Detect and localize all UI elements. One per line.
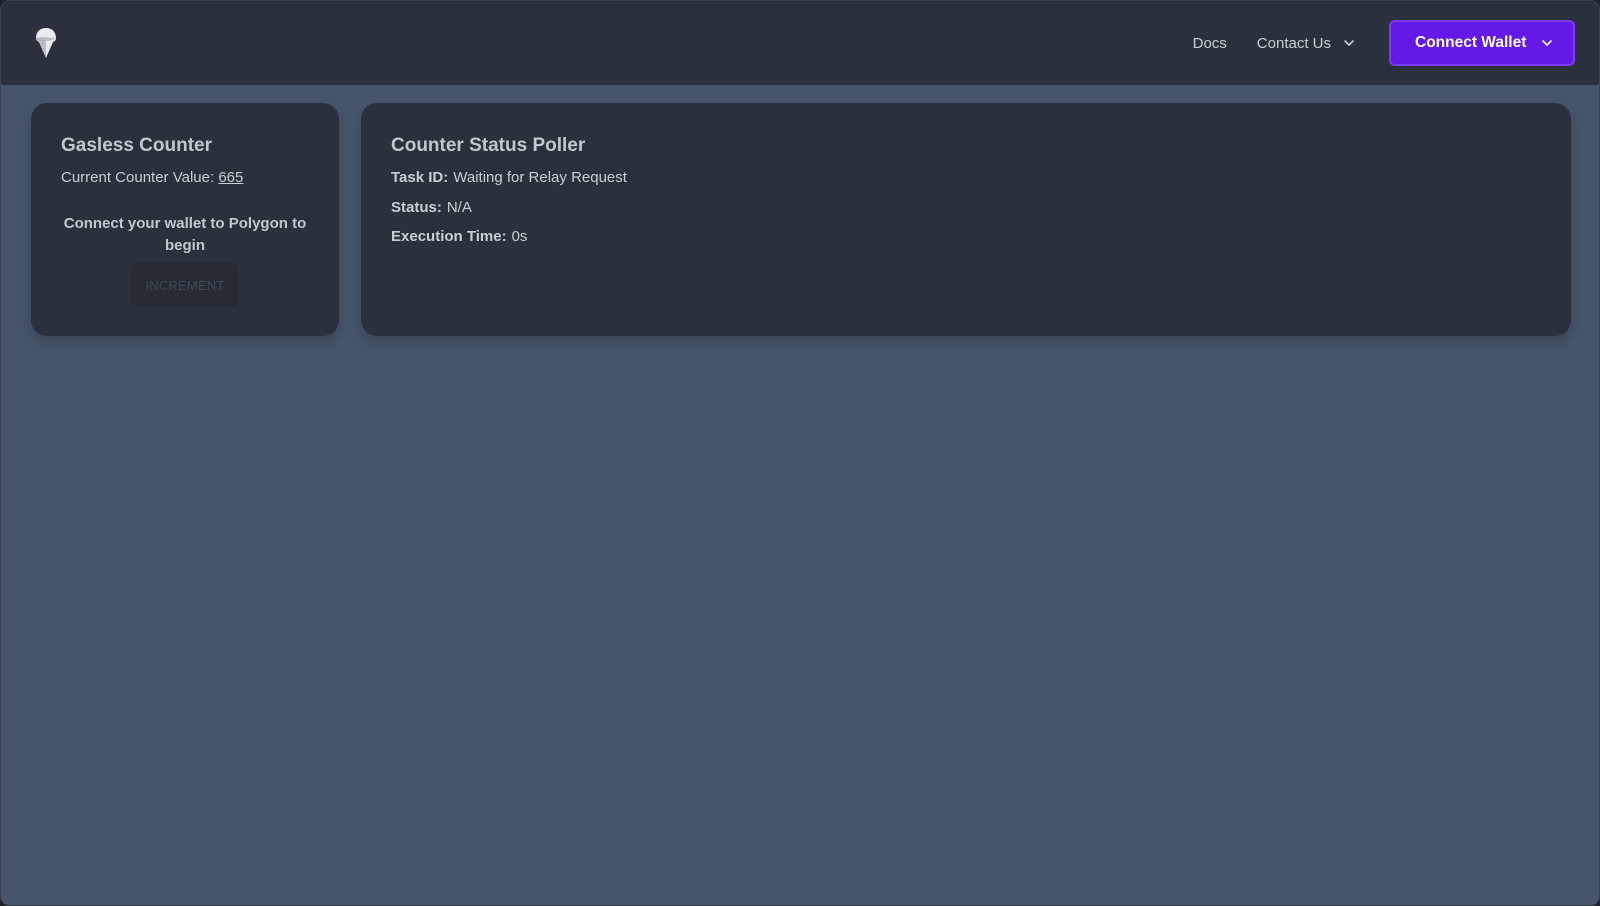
task-id-label: Task ID: bbox=[391, 169, 449, 186]
chevron-down-icon bbox=[1541, 39, 1553, 47]
connect-wallet-message: Connect your wallet to Polygon to begin bbox=[63, 215, 307, 254]
gasless-counter-card: Gasless Counter Current Counter Value: 6… bbox=[31, 103, 339, 336]
card-title: Gasless Counter bbox=[61, 135, 212, 156]
status-row: Status: N/A bbox=[391, 199, 472, 216]
navbar: Docs Contact Us Connect Wallet bbox=[1, 1, 1599, 85]
current-counter-value: Current Counter Value: 665 bbox=[61, 169, 243, 186]
increment-button[interactable]: INCREMENT bbox=[131, 263, 239, 307]
execution-time-row: Execution Time: 0s bbox=[391, 228, 527, 245]
task-id-value: Waiting for Relay Request bbox=[453, 169, 627, 186]
card-title: Counter Status Poller bbox=[391, 135, 586, 156]
execution-time-value: 0s bbox=[511, 228, 528, 245]
contact-us-label: Contact Us bbox=[1256, 34, 1331, 52]
connect-wallet-button[interactable]: Connect Wallet bbox=[1389, 20, 1575, 66]
status-label: Status: bbox=[391, 199, 442, 216]
app-window: Docs Contact Us Connect Wallet Gasless C… bbox=[0, 0, 1600, 906]
counter-value-link[interactable]: 665 bbox=[218, 169, 243, 186]
gelato-logo-icon[interactable] bbox=[35, 27, 57, 59]
execution-time-label: Execution Time: bbox=[391, 228, 507, 245]
counter-status-poller-card: Counter Status Poller Task ID: Waiting fo… bbox=[361, 103, 1571, 336]
current-counter-label: Current Counter Value: bbox=[61, 169, 215, 186]
chevron-down-icon bbox=[1343, 39, 1355, 47]
connect-wallet-label: Connect Wallet bbox=[1415, 34, 1527, 51]
status-value: N/A bbox=[446, 199, 472, 216]
contact-us-menu[interactable]: Contact Us bbox=[1257, 35, 1355, 52]
task-id-row: Task ID: Waiting for Relay Request bbox=[391, 169, 627, 186]
docs-link[interactable]: Docs bbox=[1193, 35, 1227, 52]
